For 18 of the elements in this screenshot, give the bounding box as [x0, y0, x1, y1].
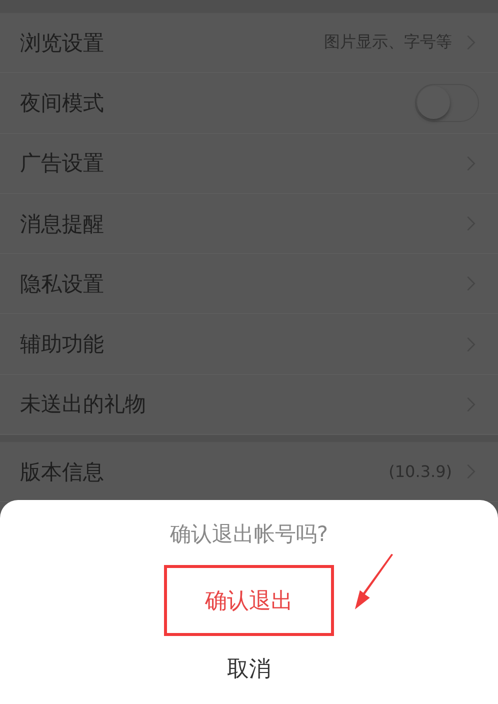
row-label: 消息提醒 [20, 210, 105, 238]
settings-row[interactable]: 消息提醒 [0, 194, 498, 254]
settings-row[interactable]: 辅助功能 [0, 314, 498, 375]
row-label: 未送出的礼物 [20, 391, 147, 418]
row-label: 浏览设置 [20, 30, 105, 57]
settings-row[interactable]: 广告设置 [0, 134, 498, 194]
pointer-arrow-icon [353, 553, 395, 611]
action-button[interactable]: 取消 [219, 650, 279, 688]
row-label: 隐私设置 [20, 270, 105, 298]
settings-row[interactable]: 夜间模式 [0, 73, 498, 134]
row-label: 广告设置 [20, 150, 105, 178]
row-label: 夜间模式 [20, 90, 105, 117]
toggle-switch[interactable] [415, 84, 479, 122]
row-label: 辅助功能 [20, 331, 105, 358]
row-label: 版本信息 [20, 458, 105, 486]
sheet-title: 确认退出帐号吗? [170, 521, 328, 548]
action-button[interactable]: 确认退出 [197, 582, 301, 620]
settings-row[interactable]: 隐私设置 [0, 254, 498, 314]
